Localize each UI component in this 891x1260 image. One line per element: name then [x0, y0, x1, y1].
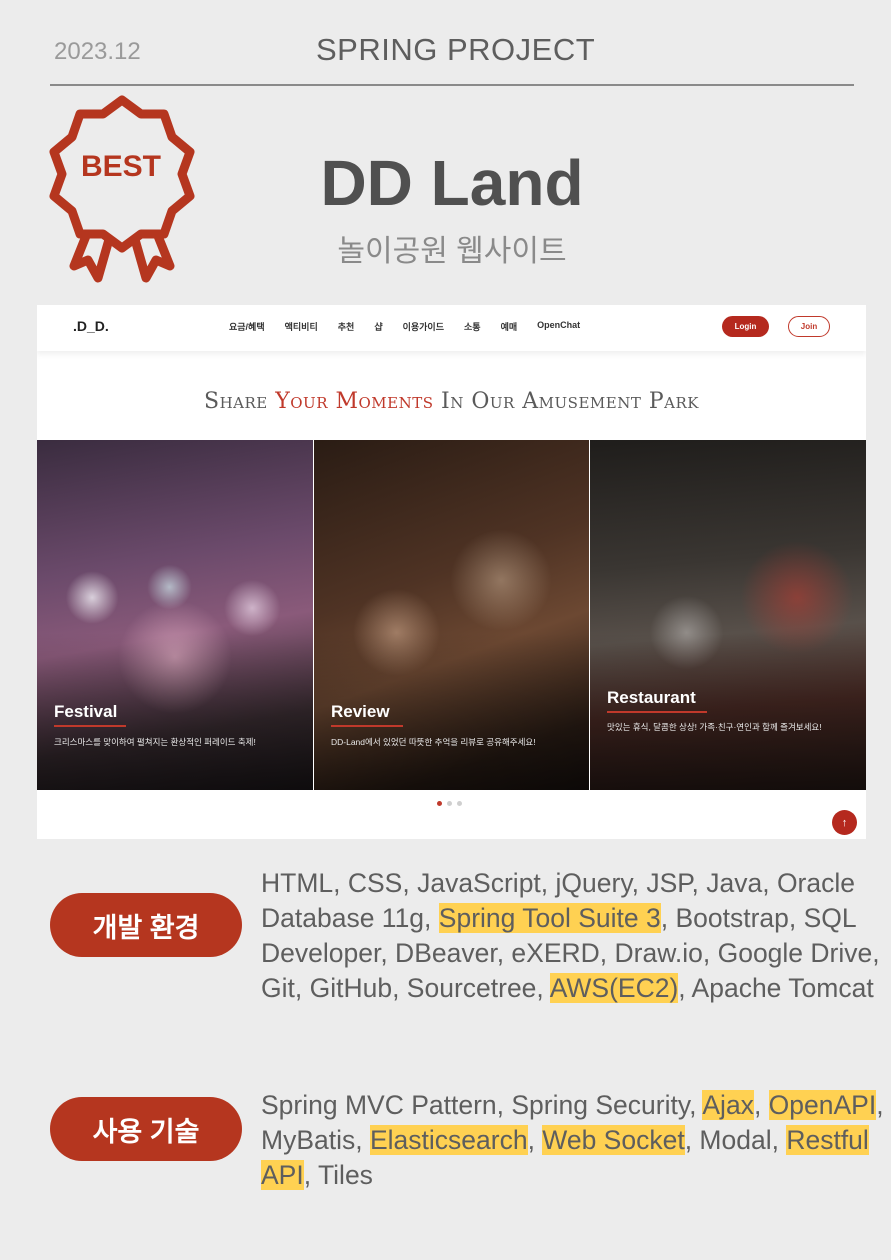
site-menu: 요금/혜택 액티비티 추천 샵 이용가이드 소통 예매 OpenChat [229, 320, 600, 333]
carousel-dot[interactable] [437, 801, 442, 806]
restaurant-card[interactable]: Restaurant 맛있는 휴식, 달콤한 상상! 가족·친구·연인과 함께 … [590, 440, 866, 790]
card-title: Restaurant [607, 688, 696, 707]
card-description: DD-Land에서 있었던 따뜻한 추억을 리뷰로 공유해주세요! [331, 737, 536, 747]
card-underline [331, 725, 403, 727]
site-navbar: .D_D. 요금/혜택 액티비티 추천 샵 이용가이드 소통 예매 OpenCh… [37, 305, 866, 351]
tech-stack-label: 사용 기술 [50, 1097, 242, 1161]
highlighted-tech: Spring Tool Suite 3 [438, 903, 661, 933]
tech-text: Spring MVC Pattern, Spring Security, [261, 1090, 703, 1120]
tagline-accent: Your Moments [275, 389, 434, 414]
highlighted-tech: Elasticsearch [369, 1125, 528, 1155]
highlighted-tech: AWS(EC2) [549, 973, 679, 1003]
tech-text: HTML, CSS, JavaScript, jQuery, JSP, Java… [261, 868, 770, 898]
menu-item-community[interactable]: 소통 [464, 320, 481, 333]
dev-environment-label: 개발 환경 [50, 893, 242, 957]
highlighted-tech: Ajax [702, 1090, 754, 1120]
card-title: Review [331, 702, 390, 721]
tech-text: , Tiles [303, 1160, 373, 1190]
tech-text: , Modal, [684, 1125, 787, 1155]
menu-item-openchat[interactable]: OpenChat [537, 320, 580, 333]
dev-environment-list: HTML, CSS, JavaScript, jQuery, JSP, Java… [261, 866, 886, 1006]
project-subtitle: 놀이공원 웹사이트 [337, 235, 567, 268]
tagline-end: In Our Amusement Park [433, 389, 699, 414]
carousel-dot[interactable] [457, 801, 462, 806]
join-button[interactable]: Join [788, 316, 830, 337]
project-kicker: SPRING PROJECT [316, 32, 596, 67]
festival-card[interactable]: Festival 크리스마스를 맞이하여 펼쳐지는 환상적인 퍼레이드 축제! [37, 440, 313, 790]
tagline-start: Share [204, 389, 276, 414]
review-card[interactable]: Review DD-Land에서 있었던 따뜻한 추억을 리뷰로 공유해주세요! [314, 440, 589, 790]
menu-item-guide[interactable]: 이용가이드 [403, 320, 444, 333]
project-date: 2023.12 [54, 38, 141, 65]
hero-tagline: Share Your Moments In Our Amusement Park [37, 389, 866, 414]
tech-text: , Apache Tomcat [678, 973, 874, 1003]
scroll-top-button[interactable]: ↑ [832, 810, 857, 835]
highlighted-tech: OpenAPI [768, 1090, 877, 1120]
menu-item-recommend[interactable]: 추천 [338, 320, 355, 333]
carousel-dot[interactable] [447, 801, 452, 806]
card-underline [607, 711, 707, 713]
site-logo[interactable]: .D_D. [73, 318, 109, 334]
arrow-up-icon: ↑ [841, 816, 848, 829]
card-title: Festival [54, 702, 118, 721]
menu-item-activity[interactable]: 액티비티 [285, 320, 318, 333]
highlighted-tech: Web Socket [542, 1125, 685, 1155]
card-underline [54, 725, 126, 727]
menu-item-booking[interactable]: 예매 [501, 320, 518, 333]
tech-text: , [753, 1090, 769, 1120]
menu-item-pricing[interactable]: 요금/혜택 [229, 320, 265, 333]
carousel-dots [437, 801, 462, 806]
login-button[interactable]: Login [722, 316, 769, 337]
website-screenshot: .D_D. 요금/혜택 액티비티 추천 샵 이용가이드 소통 예매 OpenCh… [37, 305, 866, 839]
header-divider [50, 84, 854, 86]
card-description: 크리스마스를 맞이하여 펼쳐지는 환상적인 퍼레이드 축제! [54, 737, 256, 747]
project-title: DD Land [320, 147, 584, 219]
card-description: 맛있는 휴식, 달콤한 상상! 가족·친구·연인과 함께 즐겨보세요! [607, 722, 822, 732]
menu-item-shop[interactable]: 샵 [374, 320, 382, 333]
tech-stack-list: Spring MVC Pattern, Spring Security, Aja… [261, 1088, 886, 1193]
tech-text: , [527, 1125, 543, 1155]
